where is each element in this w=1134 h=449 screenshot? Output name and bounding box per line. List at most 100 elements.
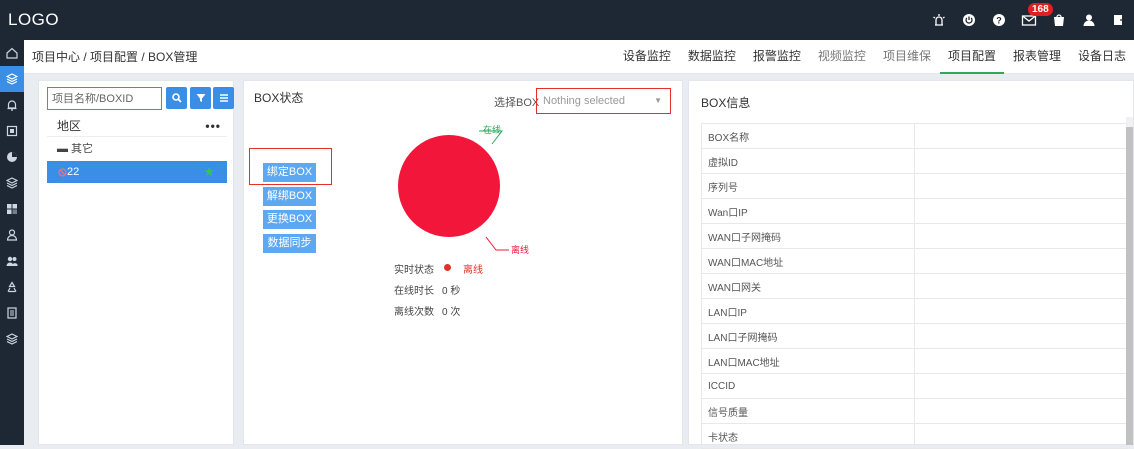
offline-count-value: 0 次 [442, 307, 461, 318]
tab-project-config[interactable]: 项目配置 [939, 40, 1004, 74]
info-field-value [914, 148, 1128, 174]
alarm-light-icon[interactable] [924, 0, 954, 40]
info-row: WAN口MAC地址 [701, 248, 1128, 274]
shopping-bag-icon[interactable] [1044, 0, 1074, 40]
info-field-label: ICCID [701, 373, 915, 399]
search-input[interactable] [47, 87, 162, 110]
tab-video-monitor[interactable]: 视频监控 [810, 40, 874, 74]
nav-tabs: 设备监控 数据监控 报警监控 视频监控 项目维保 项目配置 报表管理 设备日志 [614, 40, 1134, 74]
filter-button[interactable] [190, 87, 211, 109]
layers-icon[interactable] [0, 66, 24, 92]
device-icon[interactable] [0, 118, 24, 144]
scrollbar-thumb[interactable] [1126, 127, 1133, 445]
tree-parent-other[interactable]: ▬ 其它 [57, 141, 93, 157]
online-status-pie-chart: 在线 离线 [398, 124, 529, 255]
offline-count-row: 离线次数 0 次 [394, 303, 460, 318]
offline-box-icon [58, 168, 67, 177]
info-row: WAN口子网掩码 [701, 223, 1128, 249]
box-info-panel: BOX信息 BOX名称 虚拟ID 序列号 Wan口IP WAN口子网掩码 WAN口MAC地… [688, 80, 1134, 449]
help-icon[interactable]: ? [984, 0, 1014, 40]
info-field-label: LAN口子网掩码 [701, 323, 915, 349]
info-row: Wan口IP [701, 198, 1128, 224]
search-icon [171, 93, 182, 103]
info-row: 虚拟ID [701, 148, 1128, 174]
select-box-label: 选择BOX [494, 97, 540, 109]
info-field-label: LAN口IP [701, 298, 915, 324]
sidebar [0, 40, 24, 445]
info-field-value [914, 123, 1128, 149]
area-label: 地区 [57, 119, 82, 133]
info-row: ICCID [701, 373, 1128, 399]
info-field-label: Wan口IP [701, 198, 915, 224]
search-button[interactable] [166, 87, 187, 109]
home-icon[interactable] [0, 40, 24, 66]
tab-report-management[interactable]: 报表管理 [1005, 40, 1069, 74]
pie-slice-offline [398, 135, 500, 237]
tab-alarm-monitor[interactable]: 报警监控 [745, 40, 809, 74]
unbind-box-button[interactable]: 解绑BOX [263, 187, 316, 206]
tree-item-selected[interactable]: 22 ★ [47, 161, 227, 183]
filter-icon [196, 94, 205, 102]
info-field-value [914, 248, 1128, 274]
info-field-value [914, 373, 1128, 399]
box-status-title: BOX状态 [254, 91, 304, 105]
info-field-value [914, 398, 1128, 424]
caret-down-icon: ▼ [654, 96, 662, 105]
info-field-label: 信号质量 [701, 398, 915, 424]
data-sync-button[interactable]: 数据同步 [263, 234, 316, 253]
pie-label-online: 在线 [483, 124, 501, 135]
navbar: 项目中心 / 项目配置 / BOX管理 设备监控 数据监控 报警监控 视频监控 … [24, 40, 1134, 74]
list-icon [219, 94, 228, 102]
top-bar: LOGO ? 168 [0, 0, 1134, 40]
top-icons: ? 168 [924, 0, 1134, 40]
logout-icon[interactable] [1104, 0, 1134, 40]
recycle-icon[interactable] [0, 274, 24, 300]
list-button[interactable] [213, 87, 234, 109]
offline-leader-line [485, 236, 509, 251]
info-field-value [914, 173, 1128, 199]
grid-icon[interactable] [0, 196, 24, 222]
select-box-value: Nothing selected [543, 95, 625, 107]
online-duration-value: 0 秒 [442, 286, 461, 297]
layers-icon[interactable] [0, 170, 24, 196]
replace-box-button[interactable]: 更换BOX [263, 210, 316, 229]
offline-count-label: 离线次数 [394, 307, 434, 318]
bell-icon[interactable] [0, 92, 24, 118]
svg-text:?: ? [996, 16, 1002, 26]
tab-data-monitor[interactable]: 数据监控 [680, 40, 744, 74]
info-field-value [914, 223, 1128, 249]
mail-icon[interactable]: 168 [1014, 0, 1053, 40]
person-icon[interactable] [0, 222, 24, 248]
info-row: LAN口MAC地址 [701, 348, 1128, 374]
box-info-table: BOX名称 虚拟ID 序列号 Wan口IP WAN口子网掩码 WAN口MAC地址 WAN口网… [701, 123, 1128, 449]
logo: LOGO [8, 10, 60, 29]
info-field-value [914, 298, 1128, 324]
info-row: LAN口子网掩码 [701, 323, 1128, 349]
online-duration-row: 在线时长 0 秒 [394, 282, 460, 297]
tab-device-monitor[interactable]: 设备监控 [615, 40, 679, 74]
favorite-star-icon[interactable]: ★ [203, 161, 215, 183]
document-icon[interactable] [0, 300, 24, 326]
users-icon[interactable] [0, 248, 24, 274]
info-field-label: WAN口网关 [701, 273, 915, 299]
info-field-label: WAN口子网掩码 [701, 223, 915, 249]
more-icon[interactable]: ••• [205, 115, 221, 137]
tab-device-log[interactable]: 设备日志 [1070, 40, 1134, 74]
tab-project-maintenance[interactable]: 项目维保 [875, 40, 939, 74]
info-row: 信号质量 [701, 398, 1128, 424]
layers-icon[interactable] [0, 326, 24, 352]
info-field-label: WAN口MAC地址 [701, 248, 915, 274]
chart-icon[interactable] [0, 144, 24, 170]
info-row: 序列号 [701, 173, 1128, 199]
info-field-label: 序列号 [701, 173, 915, 199]
user-icon[interactable] [1074, 0, 1104, 40]
pie-label-offline: 离线 [511, 244, 529, 255]
realtime-status-label: 实时状态 [394, 265, 434, 276]
tree-item-label: 22 [67, 166, 80, 178]
power-icon[interactable] [954, 0, 984, 40]
online-duration-label: 在线时长 [394, 286, 434, 297]
bind-box-button[interactable]: 绑定BOX [263, 163, 316, 182]
area-header: 地区 ••• [47, 115, 227, 137]
info-field-value [914, 273, 1128, 299]
info-field-value [914, 198, 1128, 224]
